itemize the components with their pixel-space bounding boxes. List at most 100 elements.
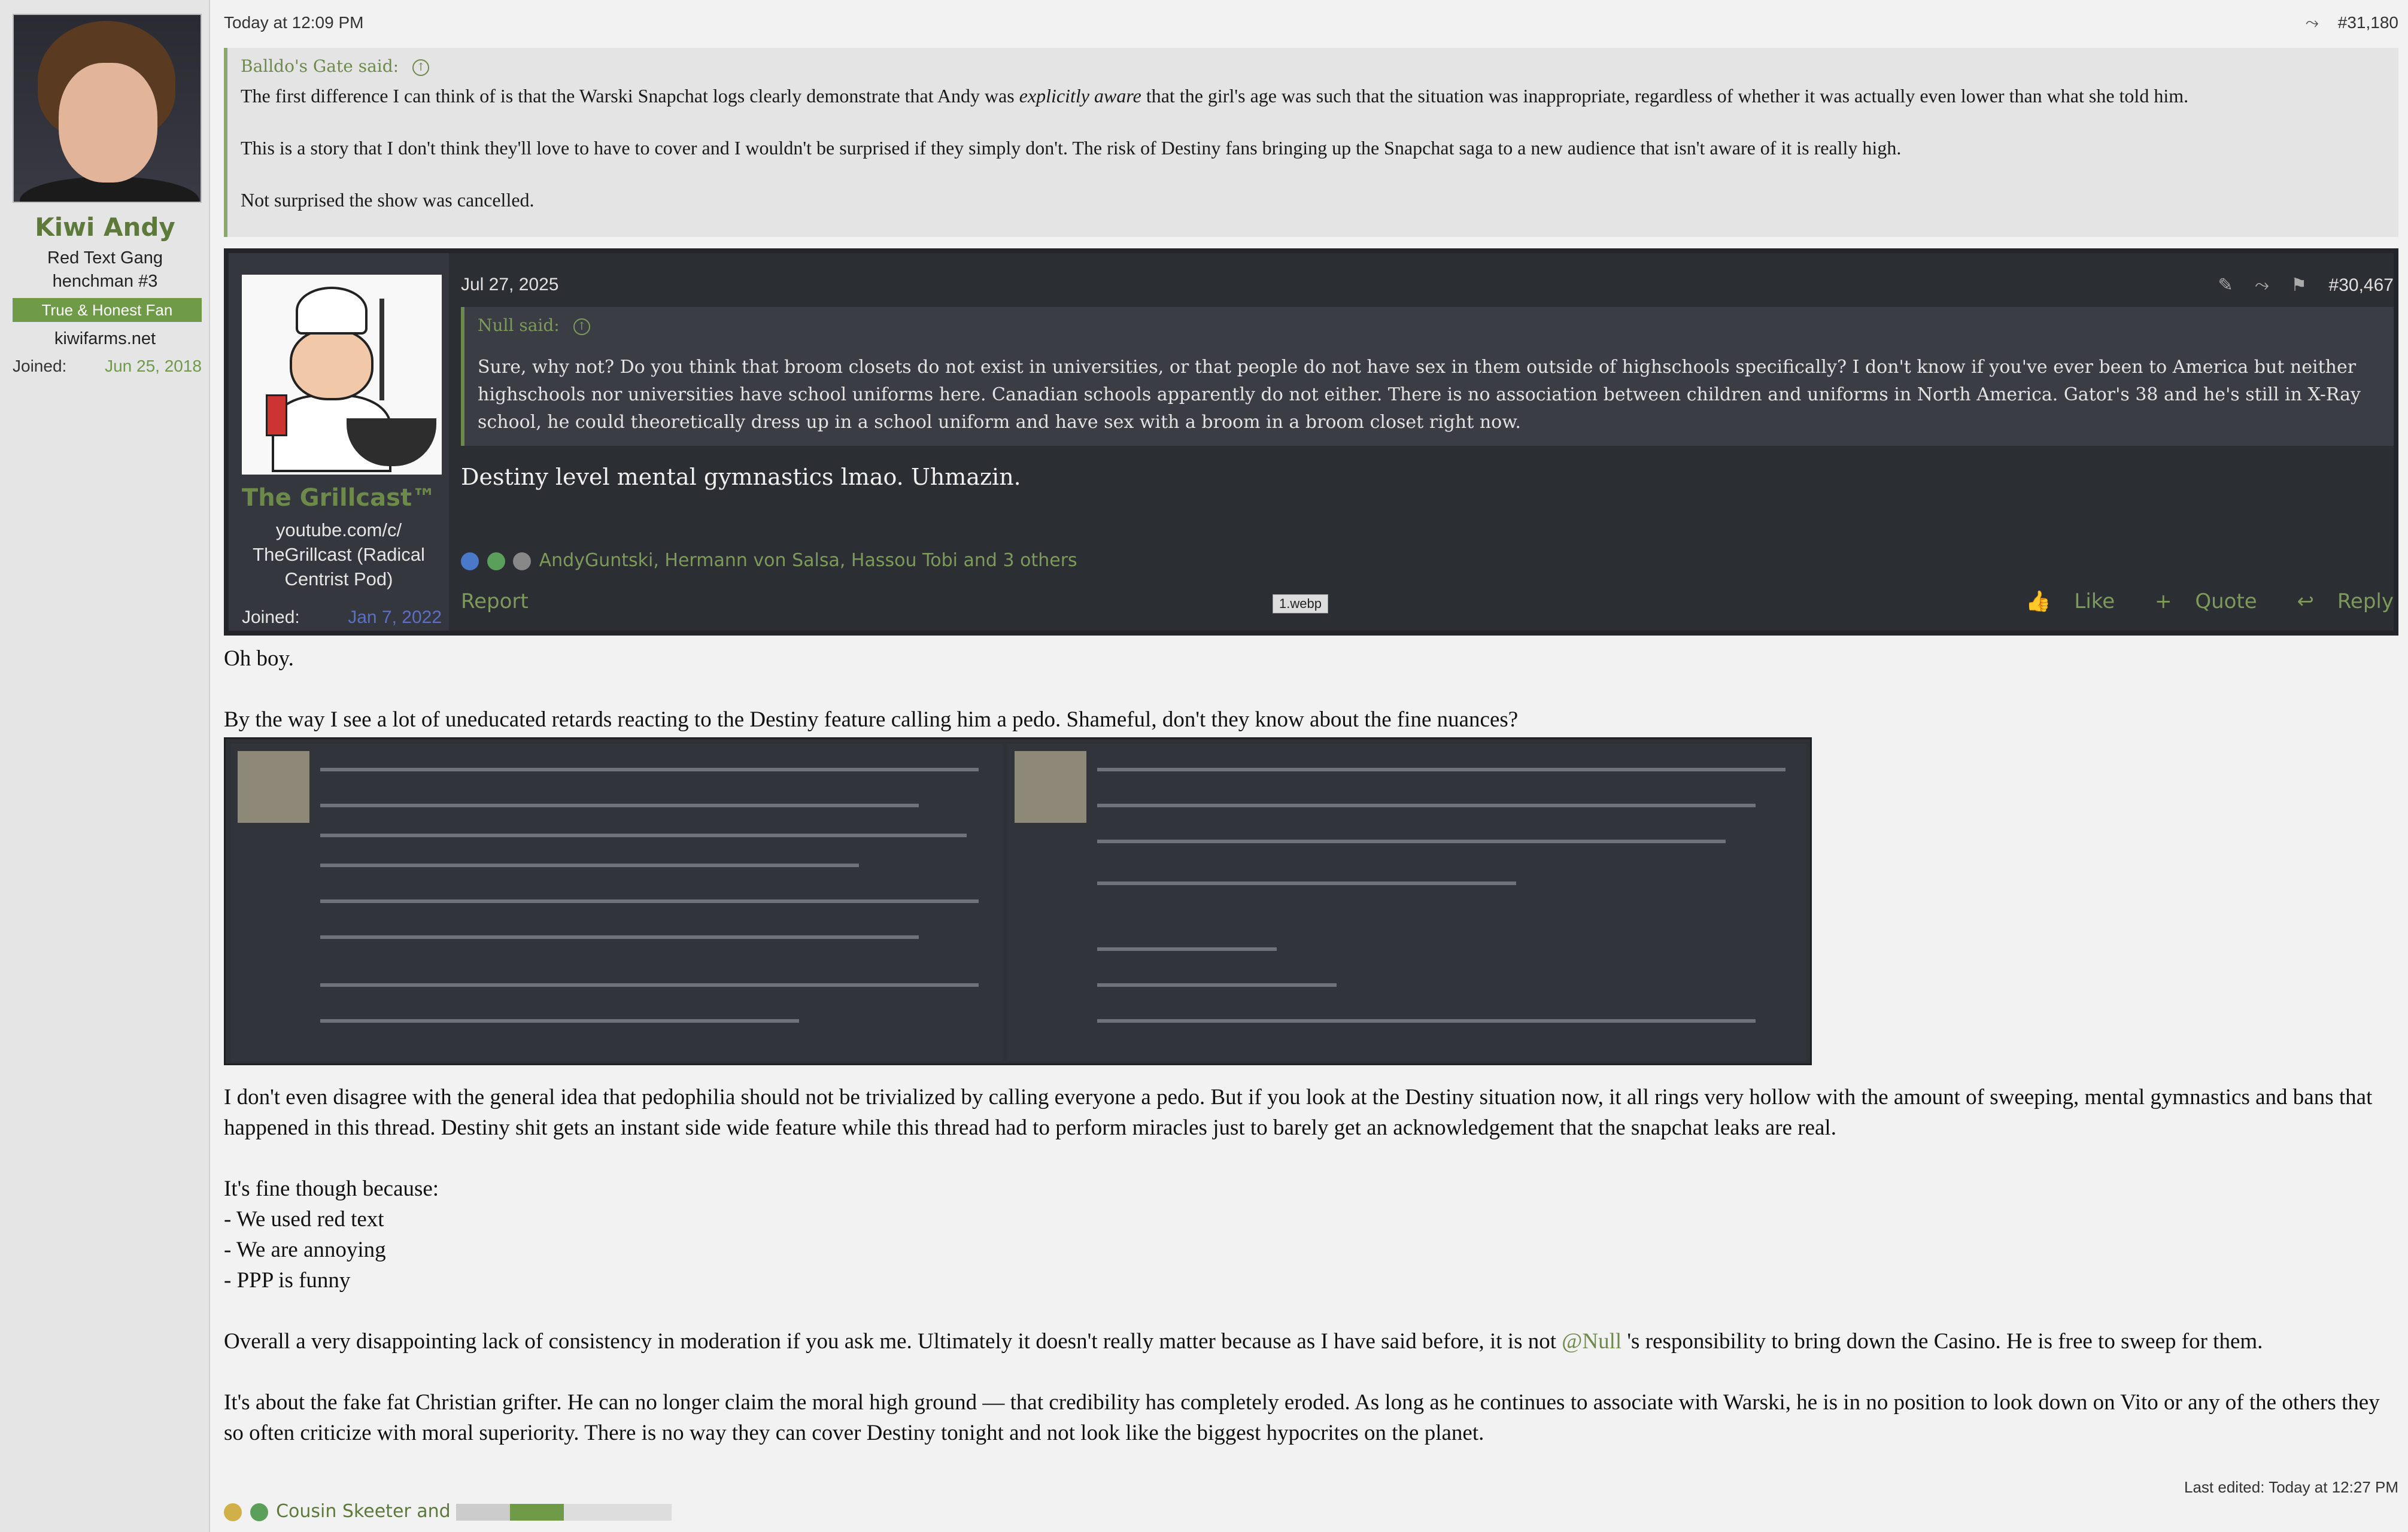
embed-header-right: ✎ ⤳ ⚑ #30,467 [2218, 275, 2394, 296]
post-reactions[interactable]: Cousin Skeeter and [224, 1501, 672, 1522]
edit-icon[interactable]: ✎ [2218, 275, 2233, 296]
image-right-panel [1007, 744, 1806, 1061]
image-text-line [320, 804, 919, 807]
body-paragraph: Overall a very disappointing lack of con… [224, 1326, 2398, 1357]
image-avatar [1015, 751, 1086, 823]
user-title: Red Text Gang henchman #3 [0, 247, 210, 293]
joined-date: Jun 25, 2018 [105, 357, 202, 375]
user-joined: Joined: Jun 25, 2018 [13, 357, 202, 376]
check-reaction-icon [250, 1503, 268, 1521]
share-icon[interactable]: ⤳ [2306, 13, 2319, 33]
tool-reaction-icon [513, 552, 532, 570]
list-item: - We used red text [224, 1207, 384, 1232]
list-item: - PPP is funny [224, 1268, 351, 1293]
embed-reactions[interactable]: AndyGuntski, Hermann von Salsa, Hassou T… [461, 550, 1077, 571]
body-paragraph: It's about the fake fat Christian grifte… [224, 1390, 2380, 1445]
image-tooltip: 1.webp [1273, 594, 1328, 613]
like-label: Like [2074, 589, 2115, 613]
post-date[interactable]: Today at 12:09 PM [224, 13, 363, 32]
embed-user-title-line: youtube.com/c/ [275, 519, 402, 540]
image-text-line [1097, 1019, 1756, 1023]
user-title-line: henchman #3 [52, 272, 158, 291]
user-mention[interactable]: @Null [1562, 1329, 1621, 1354]
can-shape [266, 394, 287, 436]
reply-button[interactable]: ↩ Reply [2281, 589, 2394, 613]
attached-image[interactable] [224, 737, 1812, 1065]
quote-label: Quote [2195, 589, 2257, 613]
username[interactable]: Kiwi Andy [0, 212, 210, 242]
chef-head-shape [290, 329, 374, 400]
embed-joined: Joined: Jan 7, 2022 [242, 607, 442, 628]
check-reaction-icon [487, 552, 505, 570]
embed-actions: 👍 Like + Quote ↩ Reply [1992, 589, 2394, 613]
body-text: Overall a very disappointing lack of con… [224, 1329, 1562, 1354]
user-avatar[interactable] [13, 14, 202, 203]
image-text-line [320, 983, 979, 987]
medal-reaction-icon [224, 1503, 242, 1521]
thumbs-up-icon: 👍 [2026, 589, 2051, 613]
embed-quote-header[interactable]: Null said: ↑ [478, 315, 590, 335]
embed-post-number[interactable]: #30,467 [2329, 275, 2394, 295]
embed-main: Jul 27, 2025 ✎ ⤳ ⚑ #30,467 Null said: ↑ … [461, 253, 2394, 631]
quote-header[interactable]: Balldo's Gate said: ↑ [241, 56, 429, 76]
embed-user-title-line: Centrist Pod) [284, 569, 393, 589]
quote-text: The first difference I can think of is t… [241, 85, 1019, 107]
quote-paragraph: Not surprised the show was cancelled. [241, 189, 535, 211]
redacted-names [456, 1503, 672, 1521]
image-avatar [238, 751, 309, 823]
embed-quote-author[interactable]: Null said: [478, 315, 560, 335]
quote-content: The first difference I can think of is t… [241, 83, 2383, 239]
user-site: kiwifarms.net [54, 329, 156, 348]
image-text-line [1097, 947, 1277, 951]
body-paragraph: Oh boy. [224, 646, 294, 671]
image-text-line [1097, 983, 1337, 987]
quote-author[interactable]: Balldo's Gate said: [241, 56, 399, 76]
quote-text: that the girl's age was such that the si… [1141, 85, 2189, 107]
image-text-line [1097, 804, 1756, 807]
bookmark-icon[interactable]: ⚑ [2291, 275, 2307, 296]
image-text-line [1097, 881, 1516, 885]
body-paragraph: By the way I see a lot of uneducated ret… [224, 707, 1519, 732]
reply-icon: ↩ [2297, 589, 2315, 613]
forum-post: Kiwi Andy Red Text Gang henchman #3 True… [0, 0, 2408, 1532]
user-sidebar: Kiwi Andy Red Text Gang henchman #3 True… [0, 0, 210, 1532]
body-paragraph: I don't even disagree with the general i… [224, 1085, 2373, 1140]
joined-label: Joined: [13, 357, 67, 375]
like-button[interactable]: 👍 Like [2009, 589, 2115, 613]
user-banner: True & Honest Fan [13, 298, 202, 322]
embed-user-title: youtube.com/c/ TheGrillcast (Radical Cen… [229, 518, 449, 591]
quote-paragraph: The first difference I can think of is t… [241, 83, 2383, 109]
embed-joined-label: Joined: [242, 607, 300, 627]
embed-header: Jul 27, 2025 ✎ ⤳ ⚑ #30,467 [461, 275, 2394, 295]
post-number[interactable]: #31,180 [2338, 13, 2398, 32]
last-edited: Last edited: Today at 12:27 PM [2184, 1478, 2398, 1496]
embed-date[interactable]: Jul 27, 2025 [461, 275, 558, 294]
image-text-line [320, 1019, 799, 1023]
embed-avatar[interactable] [242, 275, 442, 475]
avatar-face [59, 63, 157, 183]
image-text-line [1097, 768, 1785, 771]
image-left-panel [230, 744, 1003, 1061]
arrow-up-icon[interactable]: ↑ [412, 59, 429, 76]
quote-button[interactable]: + Quote [2138, 589, 2257, 613]
user-title-line: Red Text Gang [47, 248, 163, 268]
embedded-post: The Grillcast™ youtube.com/c/ TheGrillca… [224, 248, 2398, 636]
plus-icon: + [2155, 589, 2172, 613]
embed-quote-text: Sure, why not? Do you think that broom c… [478, 357, 2361, 433]
quote-paragraph: This is a story that I don't think they'… [241, 137, 1902, 159]
embed-username[interactable]: The Grillcast™ [229, 484, 449, 512]
image-text-line [320, 864, 859, 867]
share-icon[interactable]: ⤳ [2255, 275, 2269, 296]
embed-footer: Report 👍 Like + Quote ↩ Reply [461, 589, 2394, 613]
report-link[interactable]: Report [461, 589, 529, 613]
post-header: Today at 12:09 PM ⤳ #31,180 [224, 13, 2398, 37]
embed-body: Destiny level mental gymnastics lmao. Uh… [461, 464, 1021, 490]
like-reaction-icon [461, 552, 479, 570]
post-reactions-text[interactable]: Cousin Skeeter and [276, 1501, 451, 1522]
embed-joined-date: Jan 7, 2022 [348, 607, 442, 627]
image-text-line [320, 834, 967, 837]
embed-reactions-text[interactable]: AndyGuntski, Hermann von Salsa, Hassou T… [539, 550, 1077, 571]
image-text-line [320, 935, 919, 939]
reply-label: Reply [2337, 589, 2394, 613]
arrow-up-icon[interactable]: ↑ [573, 318, 590, 335]
